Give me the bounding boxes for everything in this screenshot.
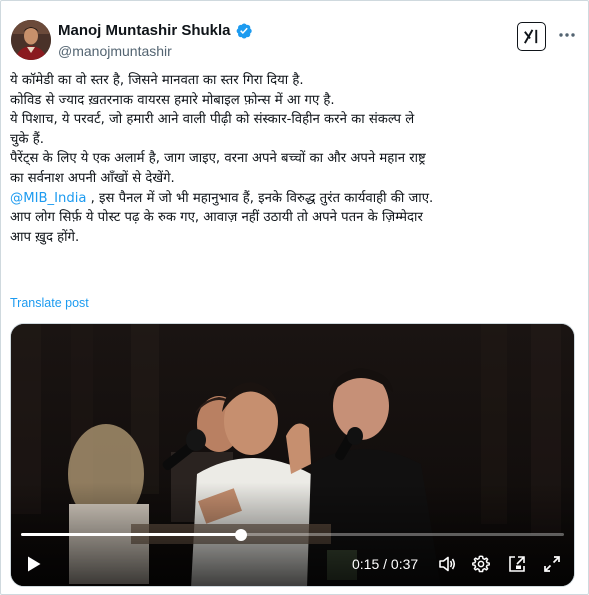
post-text-line: पैरेंट्स के लिए ये एक अलार्म है, जाग जाइ… [10,151,426,167]
more-options-button[interactable] [557,25,577,45]
video-progress-handle[interactable] [234,528,247,541]
author-handle[interactable]: @manojmuntashir [58,43,253,60]
fullscreen-button[interactable] [541,552,563,576]
post-text-mention-line: @MIB_India , इस पैनल में जो भी महानुभाव … [10,189,580,209]
grok-icon [524,29,538,44]
avatar-image [11,20,51,60]
post-text-line: का सर्वनाश अपनी आँखों से देखेंगे. [10,170,175,186]
picture-in-picture-button[interactable] [506,552,528,576]
fullscreen-icon [544,556,560,572]
post-text-line: ये पिशाच, ये परवर्ट, जो हमारी आने वाली प… [10,112,415,128]
video-progress-bar[interactable] [21,528,564,541]
author-name-row: Manoj Muntashir Shukla [58,22,253,40]
post-text-line: आप लोग सिर्फ़ ये पोस्ट पढ़ के रुक गए, आव… [10,210,423,226]
video-time-separator: / [379,556,391,572]
video-current-time: 0:15 [352,556,380,572]
video-duration: 0:37 [390,556,419,572]
post-text-line: कोविड से ज्याद ख़तरनाक वायरस हमारे मोबाइ… [10,92,335,108]
post-text-line: आप ख़ुद होंगे. [10,229,80,245]
volume-button[interactable] [436,552,458,576]
settings-button[interactable] [470,552,492,576]
post-text: ये कॉमेडी का वो स्तर है, जिसने मानवता का… [10,71,580,247]
translate-post-link[interactable]: Translate post [10,295,89,311]
pip-icon [509,556,525,572]
settings-gear-icon [472,555,490,573]
verified-badge-icon[interactable] [235,22,253,40]
post-text-line: ये कॉमेडी का वो स्तर है, जिसने मानवता का… [10,73,304,88]
play-icon [28,556,41,572]
author-name[interactable]: Manoj Muntashir Shukla [58,22,231,40]
video-time: 0:15 / 0:37 [352,555,418,573]
mention-link[interactable]: @MIB_India [10,191,86,206]
video-frame [11,324,574,586]
post-text-line: चुके हैं. [10,131,44,147]
post-card: Manoj Muntashir Shukla @manojmuntashir य… [0,0,589,595]
more-options-icon [559,33,575,37]
video-progress-fill [21,533,241,536]
post-text-segment: , इस पैनल में जो भी महानुभाव हैं, इनके व… [86,190,434,206]
video-player[interactable]: 0:15 / 0:37 [10,323,575,587]
author-block: Manoj Muntashir Shukla @manojmuntashir [58,22,253,60]
avatar[interactable] [11,20,51,60]
volume-icon [439,556,456,572]
play-button[interactable] [24,552,44,576]
grok-button[interactable] [517,22,546,51]
